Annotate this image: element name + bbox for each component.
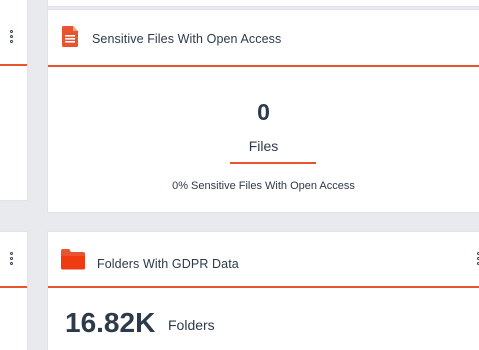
metric-value[interactable]: 16.82K	[65, 307, 155, 339]
card-edge-top-right	[48, 0, 479, 6]
card-header-divider	[48, 65, 479, 67]
kebab-menu-icon[interactable]	[10, 30, 14, 43]
card-header: Sensitive Files With Open Access	[48, 10, 479, 66]
card-header-divider	[0, 64, 27, 66]
metric-underline	[230, 162, 316, 164]
metric-value[interactable]: 0	[48, 99, 479, 126]
folder-icon	[60, 248, 86, 270]
card-title: Sensitive Files With Open Access	[92, 32, 282, 46]
card-header-divider	[48, 286, 479, 288]
document-icon	[62, 26, 78, 47]
metric-unit: Files	[248, 138, 279, 154]
metric-subtitle: 0% Sensitive Files With Open Access	[172, 180, 355, 192]
partial-card-left-bottom	[0, 232, 27, 350]
partial-card-left-top	[0, 0, 27, 200]
card-title: Folders With GDPR Data	[97, 257, 239, 271]
sensitive-files-card: Sensitive Files With Open Access 0 Files…	[48, 10, 479, 212]
metric-unit: Folders	[168, 317, 215, 333]
kebab-menu-icon[interactable]	[10, 252, 14, 265]
card-header: Folders With GDPR Data	[48, 232, 479, 286]
card-header-divider	[0, 286, 27, 288]
gdpr-folders-card: Folders With GDPR Data 16.82K Folders	[48, 232, 479, 350]
